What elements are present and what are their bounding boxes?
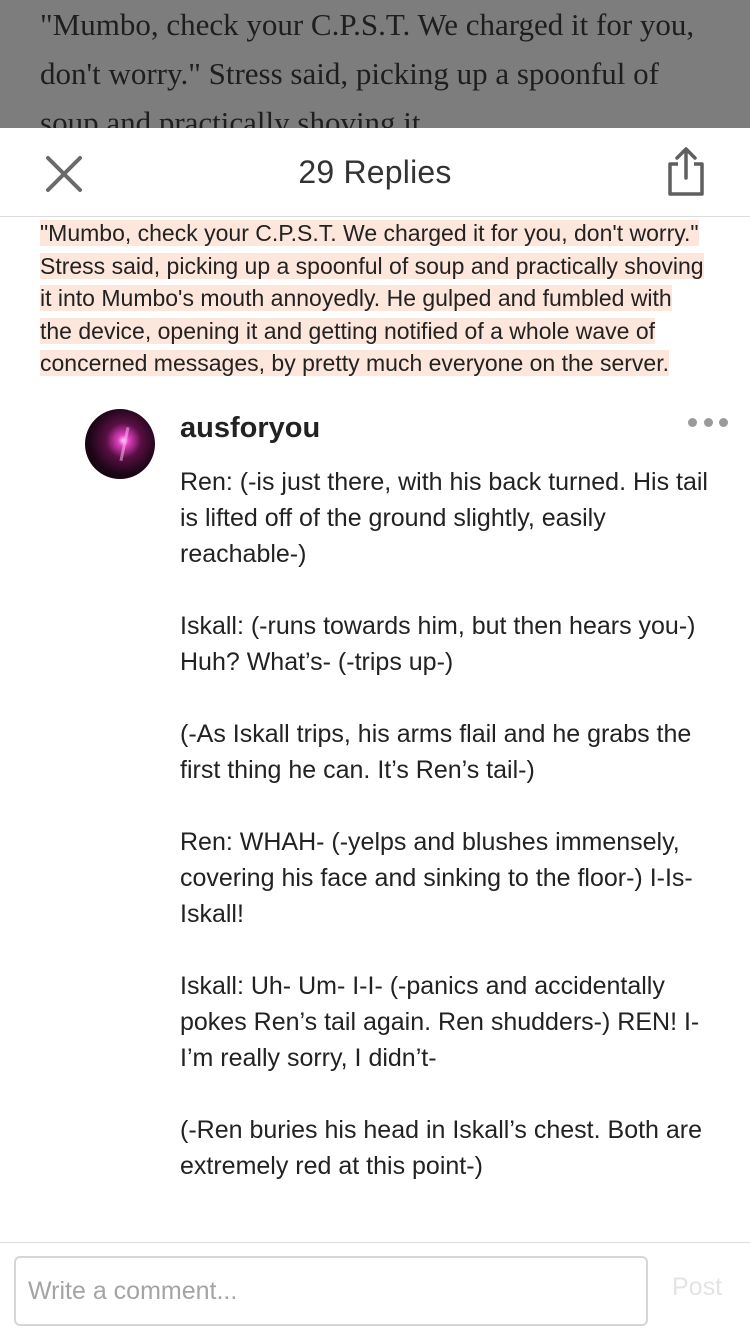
avatar[interactable]	[85, 408, 155, 479]
page-title: 29 Replies	[298, 154, 452, 190]
comment-username[interactable]: ausforyou	[180, 412, 320, 445]
post-button[interactable]: Post	[672, 1273, 722, 1302]
more-dot	[703, 418, 713, 428]
story-backdrop: "Mumbo, check your C.P.S.T. We charged i…	[0, 0, 750, 130]
comment-paragraph: (-As Iskall trips, his arms flail and he…	[180, 719, 692, 784]
share-icon	[668, 147, 704, 196]
sheet-header: 29 Replies	[0, 128, 750, 217]
comment-composer: Post	[0, 1242, 750, 1334]
comment-paragraph: (-Ren buries his head in Iskall’s chest.…	[180, 1115, 703, 1180]
more-horizontal-icon	[688, 418, 697, 428]
comment-body: Ren: (-is just there, with his back turn…	[180, 464, 730, 1220]
comment-paragraph: Ren: WHAH- (-yelps and blushes immensely…	[180, 827, 693, 928]
more-dot	[719, 418, 728, 428]
comment-input[interactable]	[14, 1256, 648, 1326]
comment-paragraph: Ren: (-is just there, with his back turn…	[180, 467, 708, 568]
more-options-button[interactable]	[688, 416, 728, 430]
highlighted-passage-text: "Mumbo, check your C.P.S.T. We charged i…	[40, 220, 704, 377]
highlighted-passage: "Mumbo, check your C.P.S.T. We charged i…	[40, 217, 710, 380]
comment-paragraph: Iskall: (-runs towards him, but then hea…	[180, 611, 696, 676]
replies-sheet: 29 Replies "Mumbo, check your C.P.S.T. W…	[0, 128, 750, 1334]
comment-paragraph: Iskall: Uh- Um- I-I- (-panics and accide…	[180, 971, 700, 1072]
story-text: "Mumbo, check your C.P.S.T. We charged i…	[40, 7, 695, 130]
share-button[interactable]	[664, 146, 708, 198]
